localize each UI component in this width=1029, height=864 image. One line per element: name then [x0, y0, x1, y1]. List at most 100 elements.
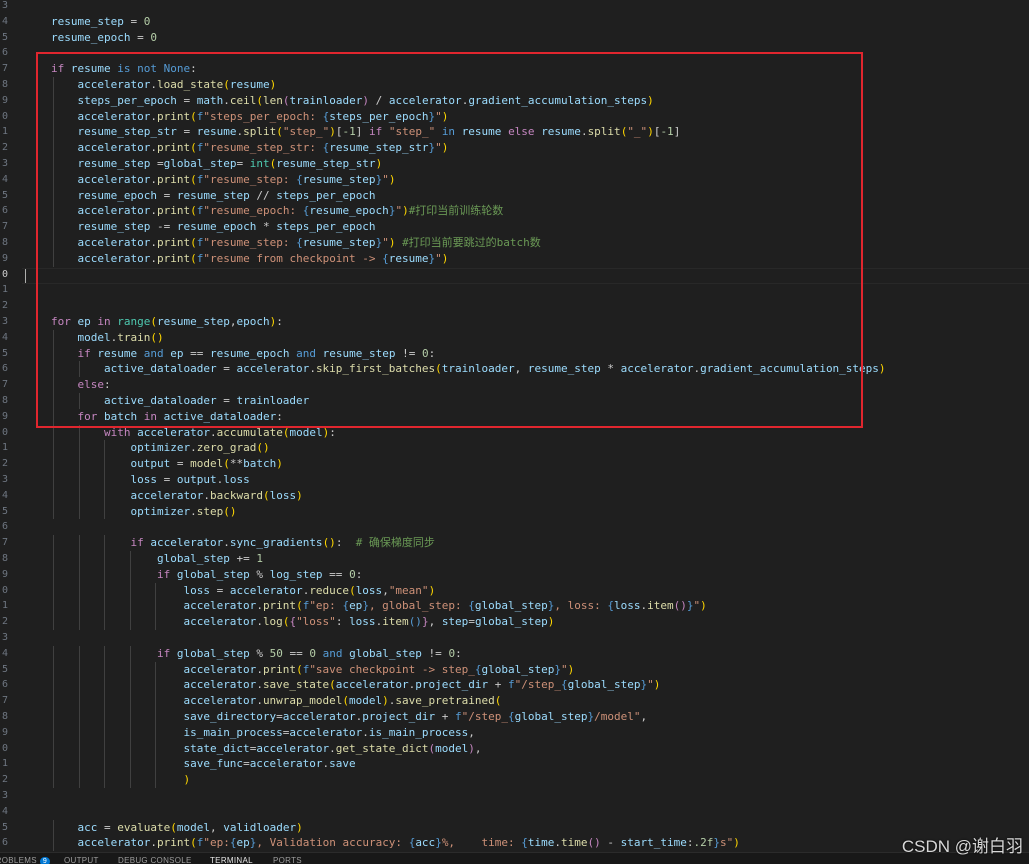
- code-token: project_dir: [362, 710, 436, 723]
- code-line[interactable]: 1 accelerator.print(f"ep: {ep}, global_s…: [0, 598, 1029, 614]
- code-line[interactable]: 9 for batch in active_dataloader:: [0, 409, 1029, 425]
- code-line[interactable]: 4: [0, 804, 1029, 820]
- line-code: resume_step = 0: [51, 14, 150, 30]
- code-token: steps_per_epoch: [276, 188, 376, 202]
- line-code: save_directory=accelerator.project_dir +…: [51, 709, 647, 725]
- code-line[interactable]: 0: [0, 267, 1029, 283]
- code-line[interactable]: 2 accelerator.print(f"resume_step_str: {…: [0, 140, 1029, 156]
- code-token: "resume_step:: [203, 172, 297, 186]
- code-line[interactable]: 2: [0, 298, 1029, 314]
- code-line[interactable]: 7 if resume is not None:: [0, 61, 1029, 77]
- code-line[interactable]: 9 is_main_process=accelerator.is_main_pr…: [0, 725, 1029, 741]
- code-line[interactable]: 8 accelerator.load_state(resume): [0, 77, 1029, 93]
- line-code: accelerator.print(f"resume_step: {resume…: [51, 172, 396, 188]
- code-token: :: [686, 836, 694, 850]
- code-line[interactable]: 9 accelerator.print(f"resume from checkp…: [0, 251, 1029, 267]
- code-line[interactable]: 7 if accelerator.sync_gradients(): # 确保梯…: [0, 535, 1029, 551]
- code-token: (: [349, 583, 356, 597]
- code-line[interactable]: 0 state_dict=accelerator.get_state_dict(…: [0, 741, 1029, 757]
- code-line[interactable]: 8 accelerator.print(f"resume_step: {resu…: [0, 235, 1029, 251]
- code-line[interactable]: 3: [0, 0, 1029, 14]
- code-token: /: [368, 93, 389, 107]
- code-line[interactable]: 1 save_func=accelerator.save: [0, 756, 1029, 772]
- code-line[interactable]: 2 accelerator.log({"loss": loss.item()},…: [0, 614, 1029, 630]
- code-token: resume_step: [322, 346, 396, 360]
- code-line[interactable]: 3 resume_step =global_step= int(resume_s…: [0, 156, 1029, 172]
- code-line[interactable]: 9 steps_per_epoch = math.ceil(len(trainl…: [0, 93, 1029, 109]
- code-line[interactable]: 9 if global_step % log_step == 0:: [0, 567, 1029, 583]
- code-line[interactable]: 5 resume_epoch = resume_step // steps_pe…: [0, 188, 1029, 204]
- code-token: global_step: [474, 599, 548, 613]
- code-token: model: [289, 425, 323, 439]
- code-token: .: [150, 172, 157, 186]
- code-token: {: [468, 599, 475, 613]
- code-token: (: [190, 251, 197, 265]
- code-token: ): [468, 741, 475, 755]
- code-line[interactable]: 2 output = model(**batch): [0, 456, 1029, 472]
- code-token: steps_per_epoch: [329, 109, 429, 123]
- code-line[interactable]: 7 else:: [0, 377, 1029, 393]
- code-token: model: [435, 741, 469, 755]
- code-line[interactable]: 4 model.train(): [0, 330, 1029, 346]
- code-line[interactable]: 2 ): [0, 772, 1029, 788]
- code-line[interactable]: 3: [0, 788, 1029, 804]
- code-line[interactable]: 5 accelerator.print(f"save checkpoint ->…: [0, 662, 1029, 678]
- code-line[interactable]: 8 active_dataloader = trainloader: [0, 393, 1029, 409]
- code-line[interactable]: 4 resume_step = 0: [0, 14, 1029, 30]
- code-line[interactable]: 1 resume_step_str = resume.split("step_"…: [0, 124, 1029, 140]
- line-code: for ep in range(resume_step,epoch):: [51, 314, 283, 330]
- code-line[interactable]: 1: [0, 282, 1029, 298]
- code-line[interactable]: 4 if global_step % 50 == 0 and global_st…: [0, 646, 1029, 662]
- code-token: =: [176, 125, 197, 139]
- code-token: log: [262, 615, 283, 629]
- code-line[interactable]: 5 acc = evaluate(model, validloader): [0, 820, 1029, 836]
- code-line[interactable]: 5 optimizer.step(): [0, 504, 1029, 520]
- line-number: 4: [1, 805, 8, 817]
- code-line[interactable]: 6: [0, 519, 1029, 535]
- code-line[interactable]: 6 accelerator.save_state(accelerator.pro…: [0, 677, 1029, 693]
- line-code: acc = evaluate(model, validloader): [51, 820, 303, 836]
- code-line[interactable]: 6 accelerator.print(f"resume_epoch: {res…: [0, 203, 1029, 219]
- code-line[interactable]: 0 accelerator.print(f"steps_per_epoch: {…: [0, 109, 1029, 125]
- code-token: ): [402, 204, 409, 218]
- code-line[interactable]: 1 optimizer.zero_grad(): [0, 440, 1029, 456]
- code-token: for: [77, 409, 98, 423]
- code-line[interactable]: 7 accelerator.unwrap_model(model).save_p…: [0, 693, 1029, 709]
- code-line[interactable]: 6: [0, 45, 1029, 61]
- code-line[interactable]: 5 resume_epoch = 0: [0, 30, 1029, 46]
- code-token: resume_step_str: [77, 125, 177, 139]
- code-line[interactable]: 7 resume_step -= resume_epoch * steps_pe…: [0, 219, 1029, 235]
- code-line[interactable]: 3: [0, 630, 1029, 646]
- line-code: active_dataloader = accelerator.skip_fir…: [51, 361, 886, 377]
- code-token: resume_step: [302, 172, 376, 186]
- code-token: .: [150, 109, 157, 123]
- code-line[interactable]: 8 save_directory=accelerator.project_dir…: [0, 709, 1029, 725]
- code-editor[interactable]: 3 4 resume_step = 0 5 resume_epoch = 0 6 7 if r…: [0, 0, 1029, 852]
- code-line[interactable]: 0 loss = accelerator.reduce(loss,"mean"): [0, 583, 1029, 599]
- code-line[interactable]: 6 active_dataloader = accelerator.skip_f…: [0, 361, 1029, 377]
- line-code: accelerator.backward(loss): [51, 488, 302, 504]
- code-token: print: [156, 236, 191, 249]
- code-line[interactable]: 8 global_step += 1: [0, 551, 1029, 567]
- code-token: resume_step: [77, 157, 151, 170]
- code-line[interactable]: 3 loss = output.loss: [0, 472, 1029, 488]
- code-line[interactable]: 4 accelerator.backward(loss): [0, 488, 1029, 504]
- code-line[interactable]: 0 with accelerator.accumulate(model):: [0, 425, 1029, 441]
- code-token: ceil: [229, 93, 257, 107]
- code-token: .: [256, 662, 263, 676]
- line-number: 1: [1, 126, 8, 138]
- code-line[interactable]: 3 for ep in range(resume_step,epoch):: [0, 314, 1029, 330]
- code-token: .: [209, 425, 217, 439]
- code-line[interactable]: 4 accelerator.print(f"resume_step: {resu…: [0, 172, 1029, 188]
- code-token: output: [176, 473, 217, 486]
- code-line[interactable]: 5 if resume and ep == resume_epoch and r…: [0, 346, 1029, 362]
- code-line[interactable]: 6 accelerator.print(f"ep:{ep}, Validatio…: [0, 835, 1029, 851]
- code-token: =: [150, 157, 164, 170]
